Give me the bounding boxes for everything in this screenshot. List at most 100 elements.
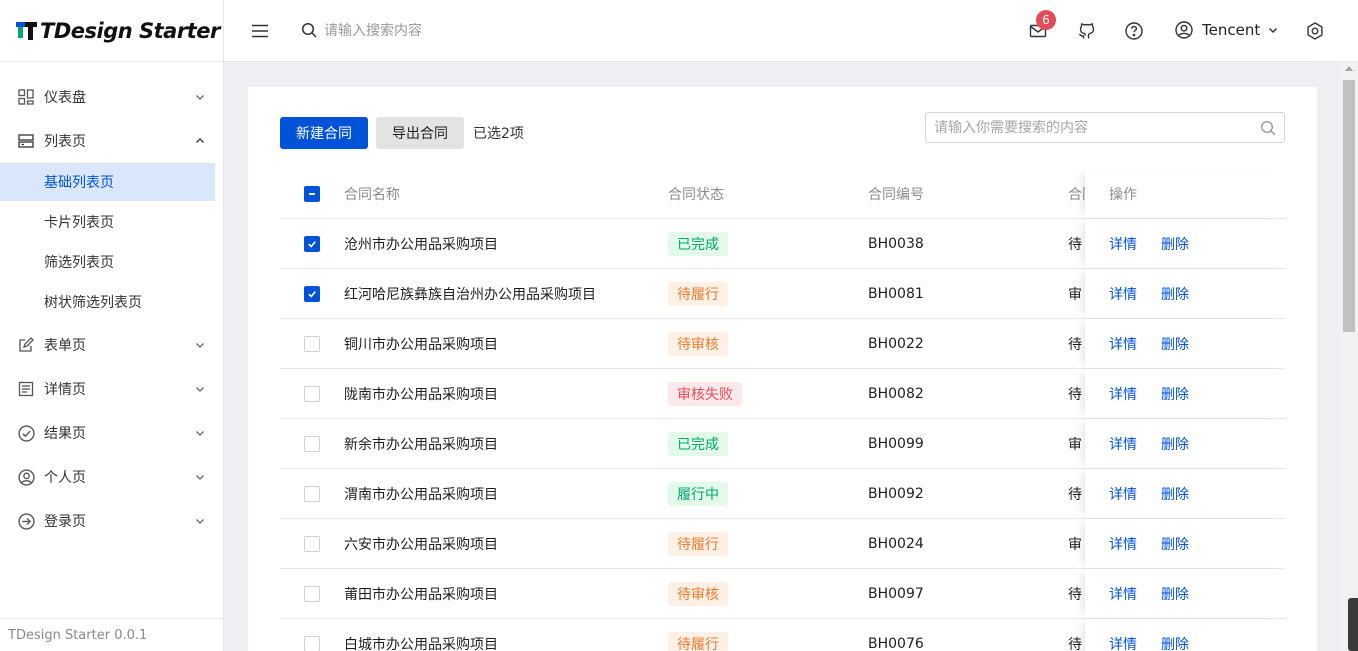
help-circle-icon[interactable]: [1124, 21, 1144, 41]
sidebar-subitem-basic-list[interactable]: 基础列表页: [0, 163, 215, 201]
sidebar-item-login[interactable]: 登录页: [0, 499, 223, 543]
table-search-input[interactable]: [934, 119, 1260, 136]
user-menu[interactable]: Tencent: [1174, 20, 1286, 40]
contract-number: BH0022: [868, 335, 924, 352]
operations-cell: 详情 删除: [1085, 269, 1285, 318]
table-row: 莆田市办公用品采购项目 待审核 BH0097 待 详情 删除: [280, 569, 1285, 619]
search-icon[interactable]: [1260, 120, 1276, 136]
detail-link[interactable]: 详情: [1109, 234, 1137, 254]
table-search-field[interactable]: [925, 112, 1285, 143]
table-row: 新余市办公用品采购项目 已完成 BH0099 审 详情 删除: [280, 419, 1285, 469]
column-header-name[interactable]: 合同名称: [344, 170, 654, 218]
status-badge: 已完成: [668, 431, 728, 456]
menu-fold-icon[interactable]: [251, 22, 269, 40]
row-checkbox[interactable]: [304, 535, 320, 552]
chevron-up-icon: [196, 138, 204, 143]
export-contract-button[interactable]: 导出合同: [376, 117, 464, 149]
sidebar-subitem-card-list[interactable]: 卡片列表页: [0, 203, 215, 241]
detail-link[interactable]: 详情: [1109, 434, 1137, 454]
sidebar-item-label: 个人页: [44, 470, 86, 486]
contract-name: 莆田市办公用品采购项目: [344, 586, 498, 603]
status-badge: 审核失败: [668, 381, 742, 406]
list-icon: [17, 132, 35, 150]
operations-cell: 详情 删除: [1085, 619, 1285, 651]
settings-icon[interactable]: [1305, 21, 1325, 41]
row-checkbox[interactable]: [304, 485, 320, 502]
row-checkbox[interactable]: [304, 385, 320, 402]
status-cell: 履行中: [668, 469, 858, 518]
table-body: 沧州市办公用品采购项目 已完成 BH0038 待详情 删除 红河哈尼族彝族自治州办公用品采…: [280, 219, 1285, 651]
delete-link[interactable]: 删除: [1161, 534, 1189, 554]
header-search[interactable]: 请输入搜索内容: [301, 20, 422, 40]
contract-number: BH0024: [868, 535, 924, 552]
operations-cell: 详情 删除: [1085, 519, 1285, 568]
contract-name: 铜川市办公用品采购项目: [344, 336, 498, 353]
row-checkbox[interactable]: [304, 585, 320, 602]
contract-type: 待: [1068, 486, 1082, 503]
contract-number: BH0038: [868, 235, 924, 252]
delete-link[interactable]: 删除: [1161, 484, 1189, 504]
delete-link[interactable]: 删除: [1161, 634, 1189, 651]
github-icon[interactable]: [1076, 21, 1096, 41]
column-header-type[interactable]: 合同: [1068, 170, 1085, 218]
status-badge: 待履行: [668, 281, 728, 306]
detail-link[interactable]: 详情: [1109, 534, 1137, 554]
contract-name: 渭南市办公用品采购项目: [344, 486, 498, 503]
delete-link[interactable]: 删除: [1161, 584, 1189, 604]
contract-type: 审: [1068, 536, 1082, 553]
sidebar-item-detail[interactable]: 详情页: [0, 367, 223, 411]
row-checkbox[interactable]: [304, 435, 320, 452]
row-checkbox[interactable]: [304, 335, 320, 352]
sidebar-subitem-filter-list[interactable]: 筛选列表页: [0, 243, 215, 281]
operations-cell: 详情 删除: [1085, 569, 1285, 618]
sidebar-item-list[interactable]: 列表页: [0, 119, 223, 163]
delete-link[interactable]: 删除: [1161, 434, 1189, 454]
sidebar-item-user[interactable]: 个人页: [0, 455, 223, 499]
contract-number: BH0099: [868, 435, 924, 452]
contract-name: 白城市办公用品采购项目: [344, 636, 498, 651]
row-checkbox[interactable]: [304, 235, 320, 252]
delete-link[interactable]: 删除: [1161, 234, 1189, 254]
chevron-down-icon: [196, 431, 204, 436]
row-check-cell: [304, 469, 320, 518]
table-row: 陇南市办公用品采购项目 审核失败 BH0082 待 详情 删除: [280, 369, 1285, 419]
detail-link[interactable]: 详情: [1109, 334, 1137, 354]
sidebar-item-result[interactable]: 结果页: [0, 411, 223, 455]
row-checkbox[interactable]: [304, 635, 320, 651]
detail-link[interactable]: 详情: [1109, 384, 1137, 404]
delete-link[interactable]: 删除: [1161, 284, 1189, 304]
sidebar-item-form[interactable]: 表单页: [0, 323, 223, 367]
operations-cell: 详情 删除: [1085, 469, 1285, 518]
scroll-up-arrow-icon[interactable]: [1345, 66, 1353, 71]
sidebar-subitem-tree-filter-list[interactable]: 树状筛选列表页: [0, 283, 215, 321]
user-avatar-icon: [1175, 21, 1193, 39]
status-badge: 待履行: [668, 531, 728, 556]
floating-widget[interactable]: [1348, 598, 1358, 651]
new-contract-button[interactable]: 新建合同: [280, 117, 368, 149]
delete-link[interactable]: 删除: [1161, 384, 1189, 404]
scrollbar-thumb[interactable]: [1343, 80, 1355, 332]
detail-link[interactable]: 详情: [1109, 284, 1137, 304]
row-check-cell: [304, 419, 320, 468]
row-check-cell: [304, 269, 320, 318]
sidebar: TDesign Starter 仪表盘 列表页 基础列表页 卡片列表页 筛选列表…: [0, 0, 224, 651]
select-all-checkbox[interactable]: [304, 186, 320, 202]
column-header-status[interactable]: 合同状态: [668, 170, 858, 218]
logo[interactable]: TDesign Starter: [0, 0, 223, 62]
search-icon: [301, 22, 317, 38]
status-cell: 待履行: [668, 269, 858, 318]
table-row: 六安市办公用品采购项目 待履行 BH0024 审 详情 删除: [280, 519, 1285, 569]
check-circle-icon: [17, 424, 35, 442]
sidebar-item-dashboard[interactable]: 仪表盘: [0, 75, 223, 119]
detail-link[interactable]: 详情: [1109, 634, 1137, 651]
table-row: 沧州市办公用品采购项目 已完成 BH0038 待 详情 删除: [280, 219, 1285, 269]
sidebar-item-label: 结果页: [44, 426, 86, 442]
detail-link[interactable]: 详情: [1109, 484, 1137, 504]
column-header-number[interactable]: 合同编号: [868, 170, 1058, 218]
delete-link[interactable]: 删除: [1161, 334, 1189, 354]
detail-link[interactable]: 详情: [1109, 584, 1137, 604]
status-cell: 审核失败: [668, 369, 858, 418]
contract-number: BH0097: [868, 585, 924, 602]
row-checkbox[interactable]: [304, 285, 320, 302]
check-icon: [308, 240, 316, 248]
